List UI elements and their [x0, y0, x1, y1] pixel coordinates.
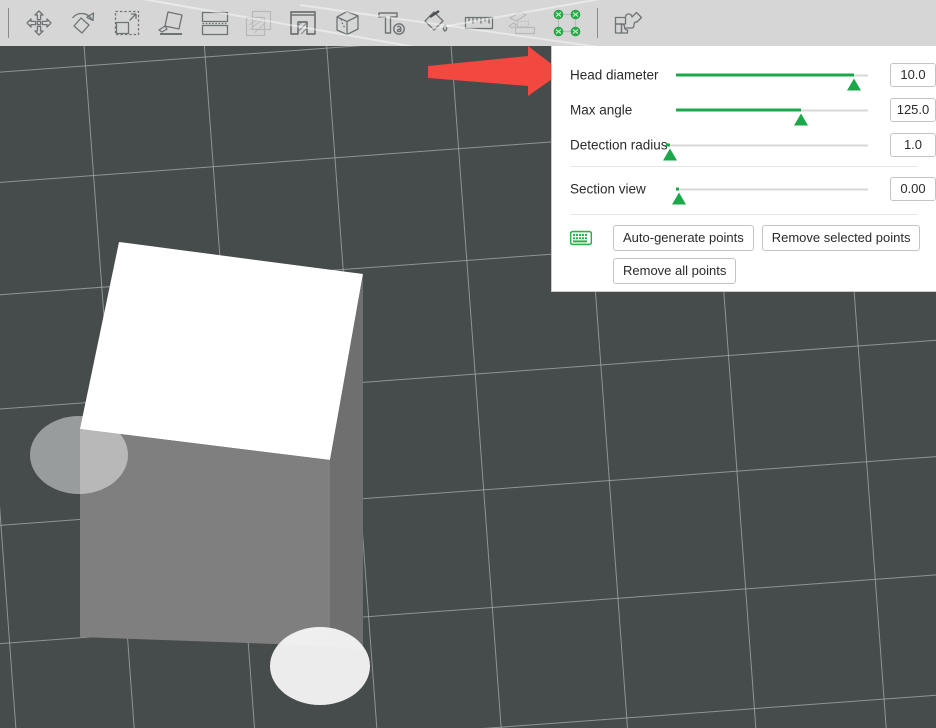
slider-groove	[676, 188, 868, 190]
keyboard-icon	[570, 230, 613, 246]
slider-max-angle[interactable]	[676, 108, 868, 125]
slider-row-detection-radius: Detection radius 1.0	[552, 127, 936, 162]
spinbox-max-angle[interactable]: 125.0	[890, 97, 936, 122]
slider-label-section-view: Section view	[570, 181, 646, 196]
remove-selected-points-button[interactable]: Remove selected points	[761, 225, 921, 251]
hollow-icon[interactable]	[281, 1, 325, 45]
slider-fill	[666, 143, 671, 146]
panel-divider-1	[570, 166, 918, 167]
slider-section-view[interactable]	[671, 187, 868, 204]
panel-button-row-1: Auto-generate points Remove selected poi…	[552, 225, 936, 251]
slider-row-section-view: Section view 0.00	[552, 171, 936, 206]
spinbox-detection-radius[interactable]: 1.0	[890, 132, 936, 157]
sla-hollow-parts-icon[interactable]	[606, 1, 650, 45]
support-points-icon[interactable]	[545, 1, 589, 45]
slider-label-head-diameter: Head diameter	[570, 67, 659, 82]
application-window: Head diameter 10.0 Max angle 125.0 Detec…	[0, 0, 936, 728]
slider-handle[interactable]	[793, 113, 808, 125]
panel-divider-2	[570, 214, 918, 215]
flatten-icon[interactable]	[237, 1, 281, 45]
support-pad-left	[30, 416, 128, 494]
support-points-settings-panel: Head diameter 10.0 Max angle 125.0 Detec…	[551, 46, 936, 292]
slider-groove	[666, 144, 868, 146]
slider-handle[interactable]	[663, 148, 678, 160]
paint-bucket-icon[interactable]	[413, 1, 457, 45]
cube-wireframe-icon[interactable]	[325, 1, 369, 45]
toolbar-separator-right	[597, 8, 598, 38]
slider-row-max-angle: Max angle 125.0	[552, 92, 936, 127]
slider-fill	[676, 187, 679, 190]
slider-fill	[676, 73, 854, 76]
cut-plane-icon[interactable]	[193, 1, 237, 45]
arrange-icon[interactable]	[501, 1, 545, 45]
slider-label-detection-radius: Detection radius	[570, 137, 668, 152]
auto-generate-points-button[interactable]: Auto-generate points	[613, 225, 754, 251]
slider-row-head-diameter: Head diameter 10.0	[552, 57, 936, 92]
slider-label-max-angle: Max angle	[570, 102, 633, 117]
toolbar-separator-left	[8, 8, 9, 38]
slider-head-diameter[interactable]	[676, 73, 868, 90]
support-pad-right	[270, 627, 370, 705]
place-on-face-icon[interactable]	[149, 1, 193, 45]
main-toolbar	[0, 0, 936, 46]
slider-detection-radius[interactable]	[663, 143, 868, 160]
spinbox-section-view[interactable]: 0.00	[890, 176, 936, 201]
spinbox-head-diameter[interactable]: 10.0	[890, 62, 936, 87]
rotate-tool-icon[interactable]	[61, 1, 105, 45]
panel-button-row-2: Remove all points	[552, 258, 936, 284]
remove-all-points-button[interactable]: Remove all points	[613, 258, 737, 284]
measure-ruler-icon[interactable]	[457, 1, 501, 45]
text-tool-icon[interactable]	[369, 1, 413, 45]
panel-button-area: Auto-generate points Remove selected poi…	[552, 219, 936, 284]
slider-handle[interactable]	[671, 192, 686, 204]
slider-handle[interactable]	[846, 78, 861, 90]
move-tool-icon[interactable]	[17, 1, 61, 45]
slider-fill	[676, 108, 801, 111]
scale-tool-icon[interactable]	[105, 1, 149, 45]
